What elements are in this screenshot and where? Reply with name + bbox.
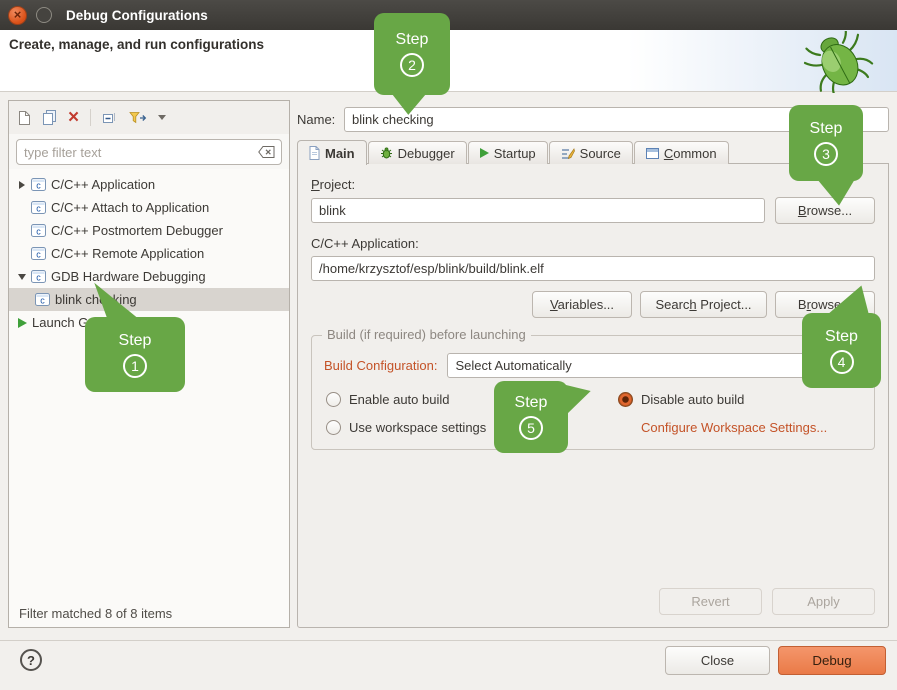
configure-workspace-settings-link[interactable]: Configure Workspace Settings... xyxy=(641,420,827,435)
debug-configurations-dialog: × Debug Configurations Create, manage, a… xyxy=(0,0,897,690)
svg-text:c: c xyxy=(40,296,45,306)
revert-button[interactable]: Revert xyxy=(659,588,762,615)
collapse-all-icon[interactable] xyxy=(102,111,118,125)
svg-text:c: c xyxy=(36,181,41,191)
tree-item-cpp-application[interactable]: c C/C++ Application xyxy=(9,173,289,196)
step-4-callout: Step 4 xyxy=(802,313,881,388)
tree-item-cpp-attach[interactable]: c C/C++ Attach to Application xyxy=(9,196,289,219)
cpp-app-icon: c xyxy=(31,224,46,237)
svg-text:c: c xyxy=(36,273,41,283)
step-1-callout: Step 1 xyxy=(85,317,185,392)
step-2-callout: Step 2 xyxy=(374,13,450,95)
window-title: Debug Configurations xyxy=(66,8,208,23)
main-tab-icon xyxy=(309,146,320,160)
tree-item-blink-checking[interactable]: c blink checking xyxy=(9,288,289,311)
apply-button[interactable]: Apply xyxy=(772,588,875,615)
toolbar-menu-caret-icon[interactable] xyxy=(158,115,166,120)
variables-button[interactable]: Variables... xyxy=(532,291,632,318)
cpp-app-icon: c xyxy=(31,270,46,283)
build-configuration-label: Build Configuration: xyxy=(324,358,437,373)
application-input[interactable] xyxy=(311,256,875,281)
filter-status-text: Filter matched 8 of 8 items xyxy=(9,600,289,627)
window-close-button[interactable]: × xyxy=(8,6,27,25)
step-5-callout: Step 5 xyxy=(494,381,568,453)
filter-area xyxy=(9,134,289,169)
cpp-app-icon: c xyxy=(31,247,46,260)
cpp-app-icon: c xyxy=(31,201,46,214)
source-tab-icon xyxy=(561,147,575,160)
radio-use-workspace-settings[interactable]: Use workspace settings xyxy=(326,420,618,435)
radio-selected-icon[interactable] xyxy=(618,392,633,407)
configurations-toolbar: × xyxy=(9,101,289,134)
radio-icon[interactable] xyxy=(326,420,341,435)
tab-common[interactable]: Common xyxy=(634,141,729,164)
cpp-app-icon: c xyxy=(35,293,50,306)
close-button[interactable]: Close xyxy=(665,646,770,675)
svg-text:c: c xyxy=(36,227,41,237)
clear-filter-icon[interactable] xyxy=(258,146,275,158)
tree-item-cpp-postmortem[interactable]: c C/C++ Postmortem Debugger xyxy=(9,219,289,242)
filter-input[interactable] xyxy=(16,139,282,165)
search-project-button[interactable]: Search Project... xyxy=(640,291,767,318)
tree-item-gdb-hardware-debugging[interactable]: c GDB Hardware Debugging xyxy=(9,265,289,288)
svg-text:c: c xyxy=(36,250,41,260)
bug-icon xyxy=(801,31,877,93)
tab-source[interactable]: Source xyxy=(549,141,633,164)
project-label: Project: xyxy=(311,177,875,192)
project-browse-button[interactable]: Browse... xyxy=(775,197,875,224)
filter-icon[interactable] xyxy=(129,111,147,125)
expand-arrow-icon[interactable] xyxy=(15,181,29,189)
tab-main[interactable]: Main xyxy=(297,140,367,165)
duplicate-icon[interactable] xyxy=(42,110,57,126)
window-restore-button[interactable] xyxy=(36,7,52,23)
svg-text:c: c xyxy=(36,204,41,214)
footer-separator xyxy=(0,640,897,641)
radio-icon[interactable] xyxy=(326,392,341,407)
name-label: Name: xyxy=(297,112,344,127)
delete-icon[interactable]: × xyxy=(68,110,79,125)
build-configuration-select[interactable]: Select Automatically xyxy=(447,353,862,378)
startup-tab-icon xyxy=(480,148,489,158)
collapse-arrow-icon[interactable] xyxy=(15,274,29,280)
new-configuration-icon[interactable] xyxy=(18,110,31,126)
launch-group-icon xyxy=(15,318,29,328)
radio-disable-auto-build[interactable]: Disable auto build xyxy=(618,392,862,407)
build-options-group: Build (if required) before launching Bui… xyxy=(311,335,875,450)
cpp-app-icon: c xyxy=(31,178,46,191)
project-input[interactable] xyxy=(311,198,765,223)
common-tab-icon xyxy=(646,148,659,159)
help-button[interactable]: ? xyxy=(20,649,42,671)
tree-item-cpp-remote[interactable]: c C/C++ Remote Application xyxy=(9,242,289,265)
tab-startup[interactable]: Startup xyxy=(468,141,548,164)
application-label: C/C++ Application: xyxy=(311,236,875,251)
build-group-title: Build (if required) before launching xyxy=(322,327,531,342)
tab-debugger[interactable]: Debugger xyxy=(368,141,467,164)
debugger-tab-icon xyxy=(380,147,393,160)
dialog-header-title: Create, manage, and run configurations xyxy=(9,37,264,52)
step-3-callout: Step 3 xyxy=(789,105,863,181)
main-tab-content: Project: Browse... C/C++ Application: Va… xyxy=(297,163,889,628)
toolbar-separator xyxy=(90,109,91,126)
debug-button[interactable]: Debug xyxy=(778,646,886,675)
